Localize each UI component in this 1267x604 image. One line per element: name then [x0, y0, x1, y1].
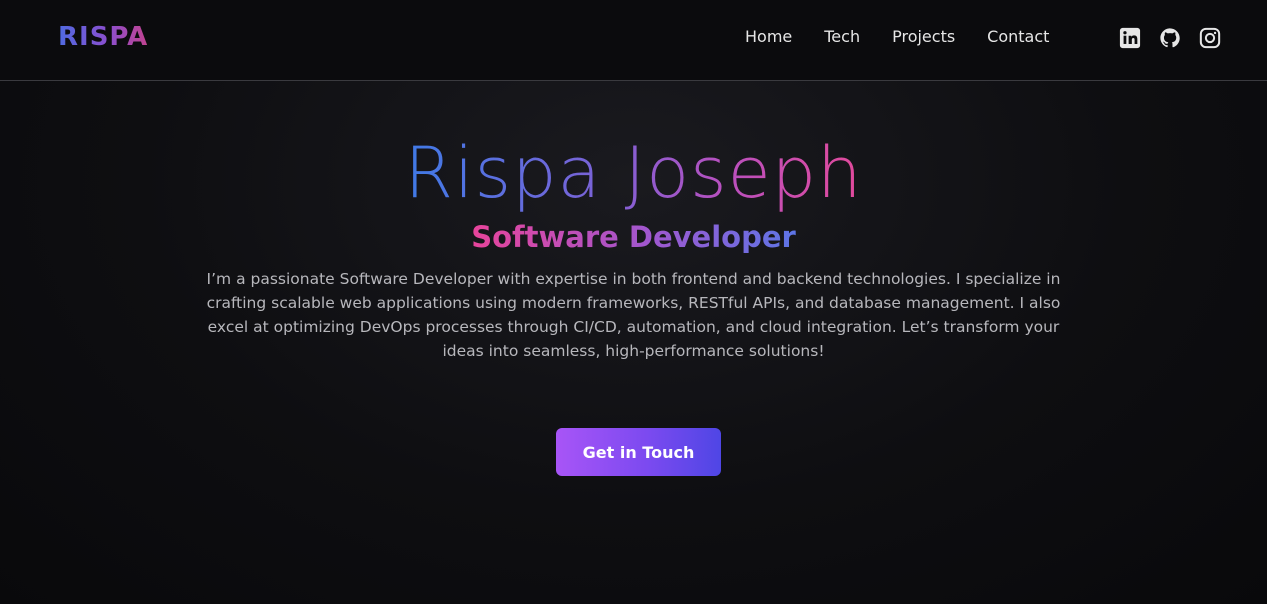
nav-links: Home Tech Projects Contact	[745, 27, 1081, 46]
linkedin-icon[interactable]	[1119, 27, 1141, 49]
nav-link-home[interactable]: Home	[745, 27, 792, 46]
nav-link-contact[interactable]: Contact	[987, 27, 1049, 46]
site-logo[interactable]: RISPA	[58, 22, 148, 52]
hero-role-text: Software Developer	[471, 220, 796, 254]
get-in-touch-button[interactable]: Get in Touch	[556, 428, 721, 476]
nav-link-projects[interactable]: Projects	[892, 27, 955, 46]
nav-link-tech[interactable]: Tech	[824, 27, 860, 46]
github-icon[interactable]	[1159, 27, 1181, 49]
social-links	[1119, 27, 1221, 49]
hero-description: I’m a passionate Software Developer with…	[206, 270, 1061, 360]
instagram-icon[interactable]	[1199, 27, 1221, 49]
navbar: RISPA Home Tech Projects Contact	[0, 0, 1267, 81]
hero-name: Rispa Joseph	[0, 131, 1267, 215]
hero-role: Software Developer	[0, 217, 1267, 257]
hero-name-text: Rispa Joseph	[404, 132, 863, 214]
